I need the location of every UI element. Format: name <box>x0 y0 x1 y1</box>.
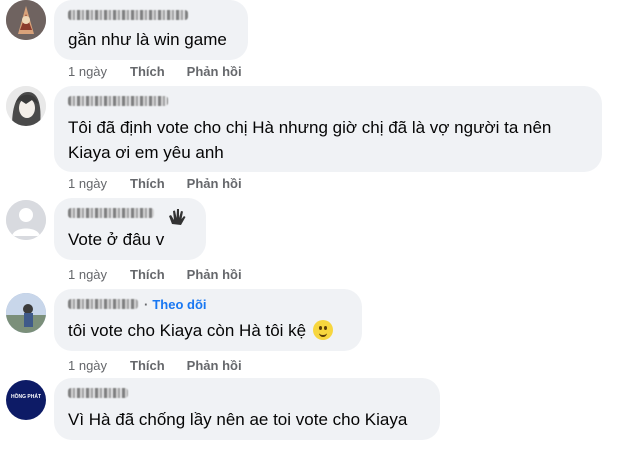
follow-button[interactable]: Theo dõi <box>152 297 206 312</box>
comment-time[interactable]: 1 ngày <box>68 176 130 191</box>
comment-bubble: Vote ở đâu v <box>54 198 206 260</box>
comment-time[interactable]: 1 ngày <box>68 64 130 79</box>
avatar[interactable] <box>6 200 46 240</box>
like-button[interactable]: Thích <box>130 176 165 191</box>
author-name[interactable]: · Theo dõi <box>68 297 207 312</box>
comment-bubble: Tôi đã định vote cho chị Hà nhưng giờ ch… <box>54 86 602 172</box>
comment-bubble: · Theo dõi tôi vote cho Kiaya còn Hà tôi… <box>54 289 362 351</box>
slightly-smiling-face-icon <box>312 320 333 340</box>
comment-text: gần như là win game <box>68 30 227 49</box>
reply-button[interactable]: Phản hồi <box>187 267 242 282</box>
reply-button[interactable]: Phản hồi <box>187 176 242 191</box>
comment-actions: 1 ngày Thích Phản hồi <box>68 356 264 374</box>
comment-text: Vote ở đâu v <box>68 230 165 249</box>
avatar[interactable]: HỒNG PHÁT <box>6 380 46 420</box>
author-name[interactable] <box>68 386 128 400</box>
avatar[interactable] <box>6 0 46 40</box>
comment-feed: gần như là win game 1 ngày Thích Phản hồ… <box>0 0 640 460</box>
like-button[interactable]: Thích <box>130 267 165 282</box>
reply-button[interactable]: Phản hồi <box>187 64 242 79</box>
avatar[interactable] <box>6 86 46 126</box>
comment-text-line-1: Tôi đã định vote cho chị Hà nhưng giờ ch… <box>68 118 552 137</box>
comment-text-line-2: Kiaya ơi em yêu anh <box>68 143 224 162</box>
avatar-logo: HỒNG PHÁT <box>11 394 41 400</box>
comment-time[interactable]: 1 ngày <box>68 267 130 282</box>
comment-bubble: Vì Hà đã chống lầy nên ae toi vote cho K… <box>54 378 440 440</box>
comment-actions: 1 ngày Thích Phản hồi <box>68 174 264 192</box>
comment-text: tôi vote cho Kiaya còn Hà tôi kệ <box>68 318 333 343</box>
reply-button[interactable]: Phản hồi <box>187 358 242 373</box>
author-name[interactable] <box>68 8 188 22</box>
author-name[interactable] <box>68 206 154 220</box>
comment-bubble: gần như là win game <box>54 0 248 60</box>
comment-time[interactable]: 1 ngày <box>68 358 130 373</box>
author-name[interactable] <box>68 94 168 108</box>
avatar[interactable] <box>6 293 46 333</box>
waving-hand-icon <box>169 209 186 225</box>
like-button[interactable]: Thích <box>130 64 165 79</box>
comment-text: Vì Hà đã chống lầy nên ae toi vote cho K… <box>68 410 408 429</box>
like-button[interactable]: Thích <box>130 358 165 373</box>
comment-actions: 1 ngày Thích Phản hồi <box>68 62 264 80</box>
comment-actions: 1 ngày Thích Phản hồi <box>68 265 264 283</box>
